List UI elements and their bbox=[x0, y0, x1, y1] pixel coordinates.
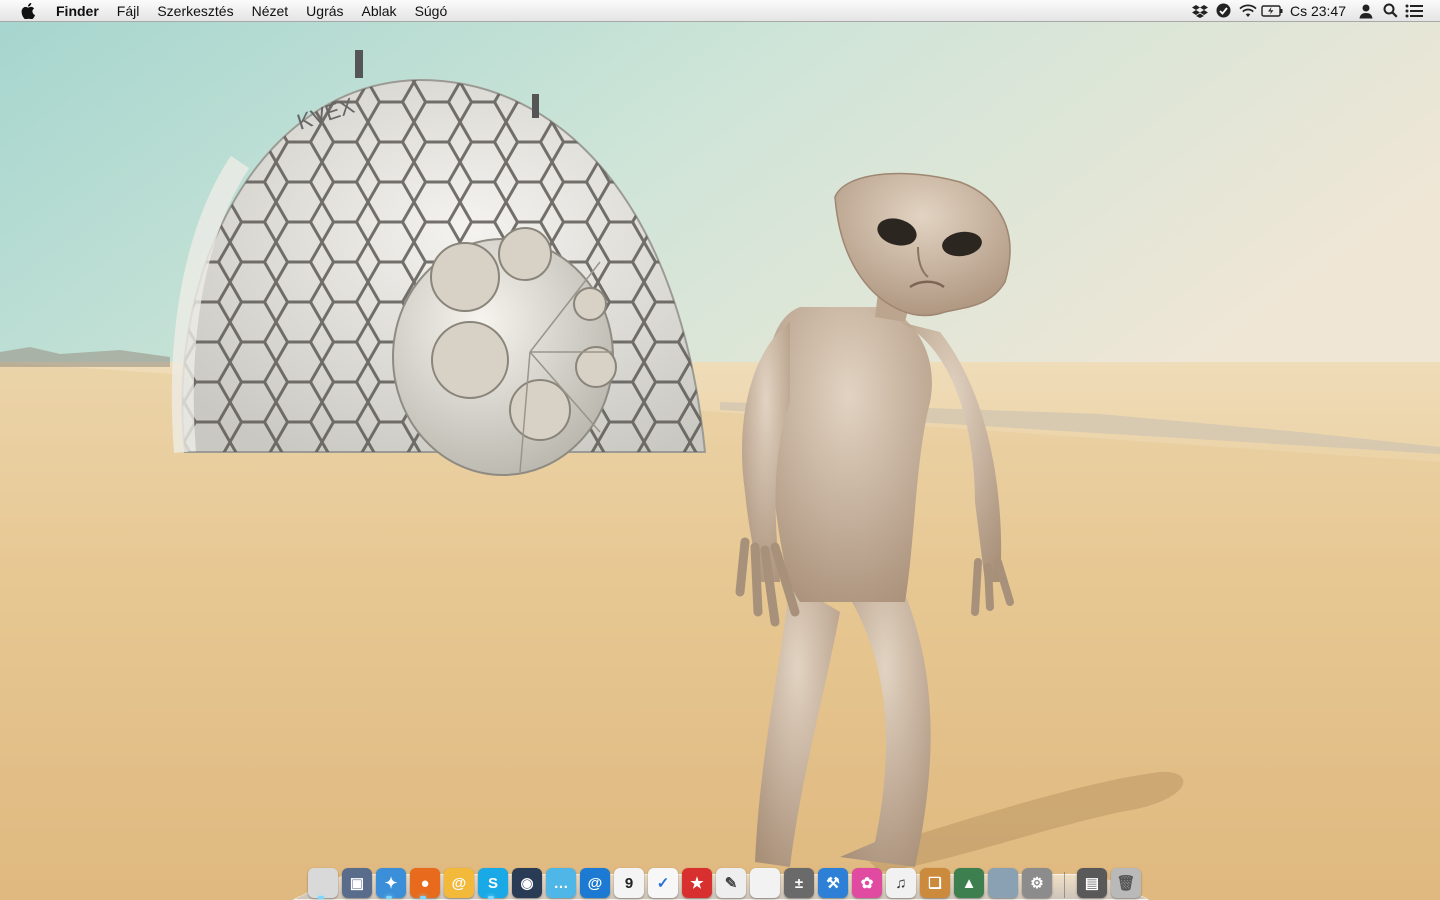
dock-generic-app-icon[interactable] bbox=[750, 868, 780, 898]
dock-wunderlist-icon[interactable]: ★ bbox=[682, 868, 712, 898]
dock-ibooks-icon[interactable]: ❑ bbox=[920, 868, 950, 898]
dock-system-preferences-icon[interactable]: ⚙ bbox=[1022, 868, 1052, 898]
running-indicator-firefox bbox=[420, 896, 426, 899]
dock-reminders-icon[interactable]: ✓ bbox=[648, 868, 678, 898]
menu-app-name[interactable]: Finder bbox=[56, 0, 108, 22]
dock-items: ▣ ✦ ● @ S ◉ … @ 9 ✓ ★ ✎ ± ⚒ ✿ ♫ ❑ ▲ ⚙ ▤ … bbox=[306, 858, 1143, 898]
status-area: Cs 23:47 bbox=[1188, 0, 1440, 22]
menubar-clock[interactable]: Cs 23:47 bbox=[1284, 3, 1354, 19]
dock-firefox-icon[interactable]: ● bbox=[410, 868, 440, 898]
dock-camera-icon[interactable]: ◉ bbox=[512, 868, 542, 898]
dock-finder-icon[interactable] bbox=[308, 868, 338, 898]
battery-icon[interactable] bbox=[1260, 0, 1284, 22]
dock-xcode-icon[interactable]: ⚒ bbox=[818, 868, 848, 898]
notification-center-icon[interactable] bbox=[1402, 0, 1426, 22]
dock-calendar-icon[interactable]: 9 bbox=[614, 868, 644, 898]
evernote-icon[interactable] bbox=[1212, 0, 1236, 22]
dock-textedit-icon[interactable]: ✎ bbox=[716, 868, 746, 898]
dock-disk-utility-icon[interactable]: ▣ bbox=[342, 868, 372, 898]
dock-trash-icon[interactable]: 🗑 bbox=[1111, 868, 1141, 898]
dock-contacts-icon[interactable]: @ bbox=[580, 868, 610, 898]
menu-view[interactable]: Nézet bbox=[243, 0, 298, 22]
menu-go[interactable]: Ugrás bbox=[297, 0, 352, 22]
dock-calculator-icon[interactable]: ± bbox=[784, 868, 814, 898]
apple-menu-icon[interactable] bbox=[20, 2, 36, 20]
dock-skype-icon[interactable]: S bbox=[478, 868, 508, 898]
menu-file[interactable]: Fájl bbox=[108, 0, 149, 22]
dock-iphoto-icon[interactable]: ▲ bbox=[954, 868, 984, 898]
dock-itunes-icon[interactable]: ♫ bbox=[886, 868, 916, 898]
dock-downloads-stack-icon[interactable]: ▤ bbox=[1077, 868, 1107, 898]
dropbox-icon[interactable] bbox=[1188, 0, 1212, 22]
dock: ▣ ✦ ● @ S ◉ … @ 9 ✓ ★ ✎ ± ⚒ ✿ ♫ ❑ ▲ ⚙ ▤ … bbox=[292, 856, 1150, 900]
user-icon[interactable] bbox=[1354, 0, 1378, 22]
wifi-icon[interactable] bbox=[1236, 0, 1260, 22]
dock-app-store-icon[interactable] bbox=[988, 868, 1018, 898]
dock-separator bbox=[1064, 872, 1065, 898]
menu-edit[interactable]: Szerkesztés bbox=[148, 0, 242, 22]
running-indicator-skype bbox=[488, 896, 494, 899]
menubar: Finder Fájl Szerkesztés Nézet Ugrás Abla… bbox=[0, 0, 1440, 22]
running-indicator-safari bbox=[386, 896, 392, 899]
running-indicator-finder bbox=[318, 896, 324, 899]
menu-help[interactable]: Súgó bbox=[406, 0, 457, 22]
dock-messages-icon[interactable]: … bbox=[546, 868, 576, 898]
dock-photo-booth-icon[interactable]: ✿ bbox=[852, 868, 882, 898]
desktop-wallpaper[interactable]: KVEX bbox=[0, 22, 1440, 900]
dock-safari-icon[interactable]: ✦ bbox=[376, 868, 406, 898]
dock-mail-icon[interactable]: @ bbox=[444, 868, 474, 898]
spotlight-icon[interactable] bbox=[1378, 0, 1402, 22]
menu-window[interactable]: Ablak bbox=[353, 0, 406, 22]
